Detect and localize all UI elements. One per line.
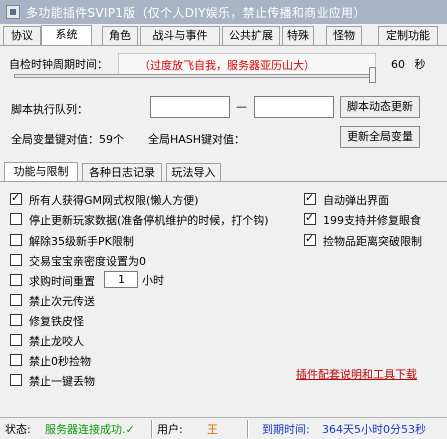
timer-slider-thumb[interactable] bbox=[369, 67, 376, 83]
reset-hours-value: 1 bbox=[118, 273, 125, 286]
option-label: 交易宝宝亲密度设置为0 bbox=[29, 255, 146, 268]
tab-custom-functions[interactable]: 定制功能 bbox=[378, 26, 438, 46]
status-label: 状态: bbox=[5, 423, 31, 436]
reset-hours-spinbox[interactable]: 1 bbox=[104, 271, 138, 288]
option-label: 求购时间重置 bbox=[29, 275, 95, 288]
status-bar: 状态: 服务器连接成功.✓ 用户: 王 到期时间: 364天5小时0分53秒 bbox=[0, 417, 447, 439]
checkbox[interactable] bbox=[10, 294, 22, 306]
option-label: 停止更新玩家数据(准备停机维护的时候，打个钩) bbox=[29, 214, 269, 227]
tab-divider bbox=[0, 45, 447, 46]
tab-system[interactable]: 系统 bbox=[41, 25, 92, 46]
checkbox[interactable] bbox=[10, 374, 22, 386]
option-label: 禁止次元传送 bbox=[29, 295, 95, 308]
checkbox[interactable] bbox=[10, 334, 22, 346]
checkbox[interactable] bbox=[10, 213, 22, 225]
checkbox[interactable] bbox=[10, 314, 22, 326]
checkbox[interactable] bbox=[304, 211, 316, 225]
script-queue-to-input[interactable] bbox=[254, 96, 334, 118]
checkbox[interactable] bbox=[304, 191, 316, 205]
script-queue-label: 脚本执行队列： bbox=[11, 103, 88, 116]
option-label: 199支持并修复眼食 bbox=[323, 214, 421, 227]
window-title: 多功能插件SVIP1版（仅个人DIY娱乐，禁止传播和商业应用） bbox=[26, 6, 366, 20]
checkbox[interactable] bbox=[10, 274, 22, 286]
tab-role[interactable]: 角色 bbox=[102, 26, 138, 46]
user-label: 用户: bbox=[157, 423, 183, 436]
checkbox[interactable] bbox=[10, 354, 22, 366]
option-label: 捡物品距离突破限制 bbox=[323, 235, 422, 248]
checkbox[interactable] bbox=[10, 254, 22, 266]
option-label: 所有人获得GM网式权限(懒人方便) bbox=[29, 194, 199, 207]
global-hash-label: 全局HASH键对值： bbox=[148, 133, 246, 146]
subtab-gameplay-import[interactable]: 玩法导入 bbox=[166, 163, 221, 182]
timer-value: 60 bbox=[391, 58, 405, 71]
download-tools-link[interactable]: 插件配套说明和工具下载 bbox=[296, 366, 417, 382]
sub-tab-divider bbox=[0, 181, 447, 182]
option-label: 解除35级新手PK限制 bbox=[29, 235, 134, 248]
subtab-logs[interactable]: 各种日志记录 bbox=[82, 163, 162, 182]
statusbar-divider bbox=[151, 420, 153, 438]
expire-label: 到期时间: bbox=[262, 423, 310, 436]
timer-unit: 秒 bbox=[414, 58, 426, 71]
title-bar: 多功能插件SVIP1版（仅个人DIY娱乐，禁止传播和商业应用） bbox=[0, 0, 447, 24]
user-name: 王 bbox=[207, 423, 218, 436]
update-global-vars-button[interactable]: 更新全局变量 bbox=[340, 126, 420, 148]
expire-value: 364天5小时0分53秒 bbox=[322, 423, 426, 436]
option-label: 自动弹出界面 bbox=[323, 194, 389, 207]
script-refresh-button[interactable]: 脚本动态更新 bbox=[340, 96, 420, 118]
timer-value-display: 60 秒 bbox=[391, 56, 426, 72]
statusbar-divider bbox=[247, 420, 249, 438]
timer-warning-text: （过度放飞自我，服务器亚历山大） bbox=[139, 59, 315, 72]
checkbox[interactable] bbox=[10, 234, 22, 246]
script-queue-from-input[interactable] bbox=[150, 96, 230, 118]
subtab-features-limits[interactable]: 功能与限制 bbox=[4, 162, 78, 182]
timer-warning-box: （过度放飞自我，服务器亚历山大） bbox=[118, 53, 376, 75]
timer-slider-track[interactable] bbox=[14, 74, 372, 78]
tab-public-extensions[interactable]: 公共扩展 bbox=[222, 26, 280, 46]
range-separator: — bbox=[236, 100, 247, 113]
option-label: 禁止一键丢物 bbox=[29, 375, 95, 388]
tab-protocol[interactable]: 协议 bbox=[3, 26, 41, 46]
checkbox[interactable] bbox=[304, 232, 316, 246]
tab-combat-events[interactable]: 战斗与事件 bbox=[140, 26, 220, 46]
app-icon bbox=[6, 5, 20, 19]
timer-label: 自检时钟周期时间： bbox=[9, 58, 108, 71]
option-label: 禁止0秒捡物 bbox=[29, 355, 91, 368]
option-label: 禁止龙咬人 bbox=[29, 335, 84, 348]
connection-status: 服务器连接成功.✓ bbox=[45, 423, 135, 436]
tab-special[interactable]: 特殊 bbox=[282, 26, 314, 46]
global-var-count: 全局变量键对值：59个 bbox=[11, 133, 124, 146]
checkbox[interactable] bbox=[10, 191, 22, 205]
tab-monsters[interactable]: 怪物 bbox=[326, 26, 362, 46]
option-label: 修复铁皮怪 bbox=[29, 315, 84, 328]
reset-hours-unit: 小时 bbox=[142, 274, 164, 287]
